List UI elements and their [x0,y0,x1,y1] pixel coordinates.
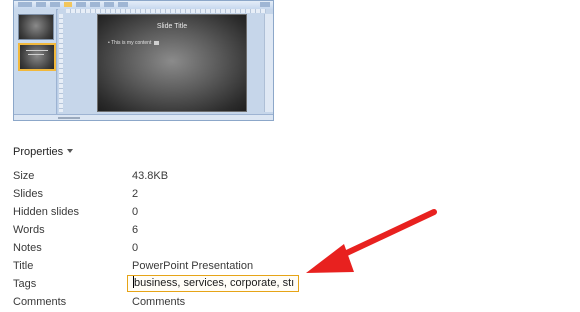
property-row-size: Size 43.8KB [13,170,513,186]
property-row-slides: Slides 2 [13,188,513,204]
slide-thumbnail-2 [18,43,56,71]
property-row-words: Words 6 [13,224,513,240]
property-label: Hidden slides [13,206,80,218]
slide-bullet-text: This is my content [111,40,152,46]
text-caret [133,276,134,289]
file-info-panel: Slide Title • This is my content Propert… [0,0,580,312]
slide-scrollbar [264,14,273,112]
properties-header[interactable]: Properties [13,146,74,158]
property-label: Slides [13,188,43,200]
property-value: 6 [132,224,139,236]
property-row-hidden-slides: Hidden slides 0 [13,206,513,222]
paste-options-icon [154,40,160,45]
comments-field[interactable]: Comments [132,296,185,308]
tags-input[interactable]: business, services, corporate, stı [127,275,299,292]
property-row-notes: Notes 0 [13,242,513,258]
property-row-title: Title PowerPoint Presentation [13,260,513,276]
property-value: 43.8KB [132,170,169,182]
property-label: Comments [13,296,67,308]
property-value: 0 [132,206,139,218]
property-label: Size [13,170,35,182]
presentation-thumbnail[interactable]: Slide Title • This is my content [13,0,274,121]
slide-thumbnail-1 [18,14,54,40]
notes-bar [14,114,273,120]
property-row-tags: Tags business, services, corporate, stı [13,275,513,294]
property-value: 2 [132,188,139,200]
property-label: Tags [13,278,37,290]
title-field[interactable]: PowerPoint Presentation [132,260,253,272]
property-value: 0 [132,242,139,254]
property-row-comments: Comments Comments [13,296,513,312]
property-label: Title [13,260,34,272]
slide-bullet: • This is my content [108,40,160,46]
vertical-ruler [59,14,63,112]
tags-input-value: business, services, corporate, stı [134,277,295,289]
slide-title: Slide Title [156,23,188,30]
properties-label: Properties [13,146,64,158]
property-label: Notes [13,242,42,254]
chevron-down-icon [67,149,74,154]
property-label: Words [13,224,45,236]
main-slide-preview: Slide Title • This is my content [97,14,247,112]
horizontal-ruler [66,9,266,13]
slide-thumbnails-pane [14,9,57,114]
